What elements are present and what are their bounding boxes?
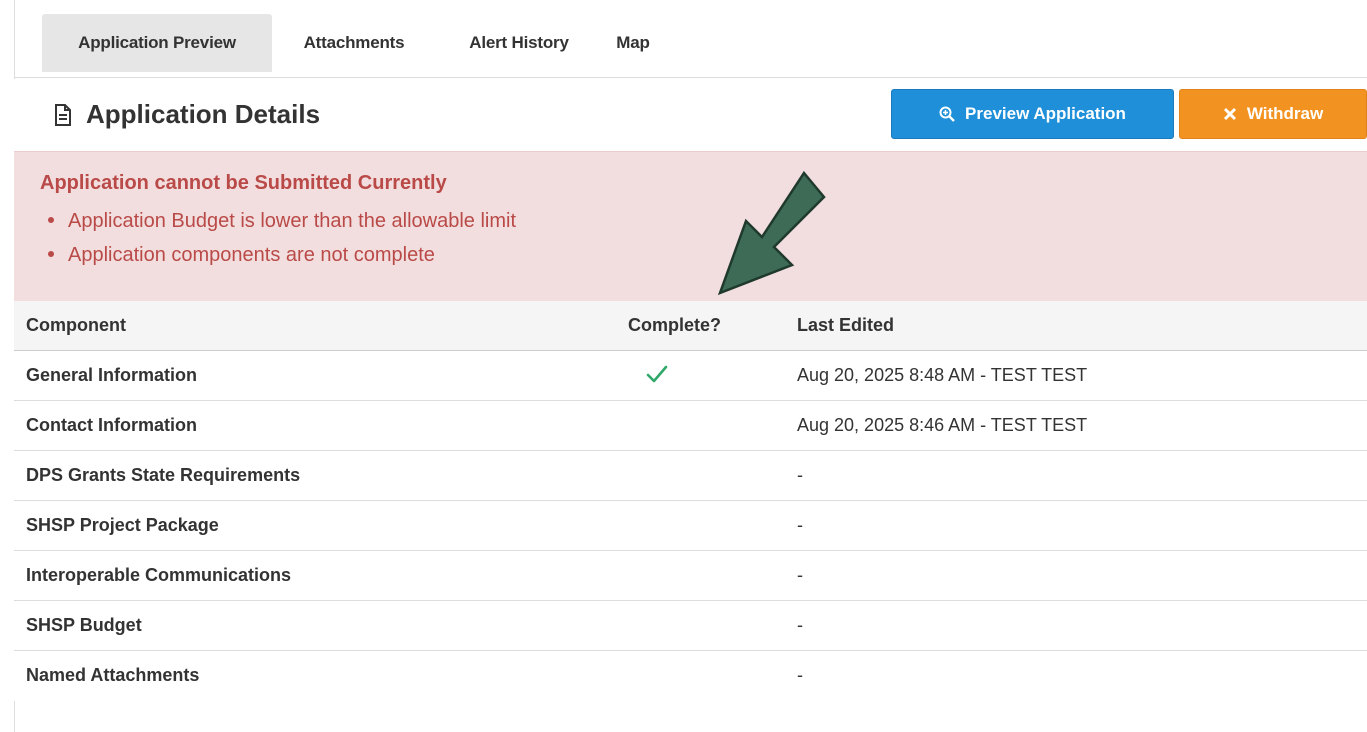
tab-map[interactable]: Map [608,14,658,72]
preview-application-button[interactable]: Preview Application [891,89,1174,139]
alert-title: Application cannot be Submitted Currentl… [40,172,447,194]
table-header: Component Complete? Last Edited [14,301,1367,351]
table-row[interactable]: SHSP Project Package - [14,501,1367,551]
submission-alert: Application cannot be Submitted Currentl… [14,151,1367,301]
withdraw-label: Withdraw [1246,104,1324,123]
last-edited: - [797,465,803,485]
component-name[interactable]: Interoperable Communications [26,551,291,600]
alert-item: Application Budget is lower than the all… [40,204,516,238]
alert-list: Application Budget is lower than the all… [40,204,516,272]
table-row[interactable]: SHSP Budget - [14,601,1367,651]
components-table: Component Complete? Last Edited General … [14,301,1367,701]
header-component: Component [26,315,126,335]
last-edited: Aug 20, 2025 8:46 AM - TEST TEST [797,415,1088,435]
last-edited: Aug 20, 2025 8:48 AM - TEST TEST [797,365,1088,385]
component-name[interactable]: Contact Information [26,401,197,450]
last-edited: - [797,615,803,635]
header-complete: Complete? [628,315,722,335]
component-name[interactable]: DPS Grants State Requirements [26,451,300,500]
document-icon [55,104,71,126]
close-icon [1223,107,1236,121]
alert-item-text: Application components are not complete [68,244,435,266]
bullet-icon [48,216,54,223]
tab-alert-history[interactable]: Alert History [444,14,594,72]
bullet-icon [48,250,54,257]
last-edited: - [797,665,803,685]
header-last-edited: Last Edited [797,315,895,335]
last-edited: - [797,565,803,585]
checkmark-icon [646,365,668,383]
application-page: Application Preview Attachments Alert Hi… [0,0,1367,732]
component-name[interactable]: General Information [26,351,197,400]
last-edited: - [797,515,803,535]
page-title: Application Details [86,99,321,129]
component-name[interactable]: Named Attachments [26,651,199,700]
table-row[interactable]: DPS Grants State Requirements - [14,451,1367,501]
table-row[interactable]: Interoperable Communications - [14,551,1367,601]
withdraw-button[interactable]: Withdraw [1179,89,1367,139]
details-header: Application Details Preview Application … [14,79,1367,151]
table-row[interactable]: Named Attachments - [14,651,1367,701]
tab-application-preview[interactable]: Application Preview [42,14,272,72]
alert-item-text: Application Budget is lower than the all… [68,210,517,232]
zoom-in-icon [939,106,955,122]
tab-attachments[interactable]: Attachments [284,14,424,72]
component-name[interactable]: SHSP Project Package [26,501,219,550]
tab-bar: Application Preview Attachments Alert Hi… [14,0,1367,78]
table-row[interactable]: Contact Information Aug 20, 2025 8:46 AM… [14,401,1367,451]
alert-item: Application components are not complete [40,238,516,272]
preview-application-label: Preview Application [965,104,1126,123]
table-row[interactable]: General Information Aug 20, 2025 8:48 AM… [14,351,1367,401]
component-name[interactable]: SHSP Budget [26,601,142,650]
